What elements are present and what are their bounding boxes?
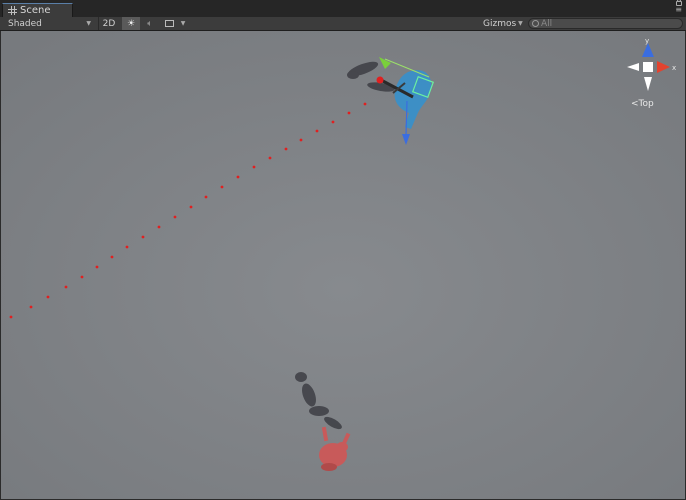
speaker-icon: 🔈︎ — [147, 18, 153, 29]
effects-toggle-button[interactable] — [162, 17, 176, 30]
chevron-down-icon: ▼ — [518, 20, 523, 27]
image-icon — [164, 20, 174, 27]
window-menu-icon[interactable]: ≡ — [675, 6, 682, 14]
scene-canvas[interactable]: y x — [1, 31, 685, 499]
scene-search-input[interactable]: All — [528, 18, 683, 29]
lighting-toggle-button[interactable]: ☀ — [122, 17, 140, 30]
search-icon — [532, 20, 539, 27]
search-placeholder: All — [541, 18, 553, 29]
gizmos-label: Gizmos — [483, 18, 517, 29]
draw-mode-dropdown[interactable]: Shaded ▼ — [4, 17, 94, 30]
effects-dropdown[interactable]: ▼ — [178, 17, 188, 30]
axis-x-label: x — [672, 64, 676, 72]
center-cube[interactable] — [643, 62, 653, 72]
scene-viewport[interactable]: y x — [1, 31, 685, 499]
chevron-down-icon: ▼ — [86, 20, 91, 27]
sun-icon: ☀ — [126, 18, 136, 29]
chevron-down-icon: ▼ — [180, 20, 186, 27]
axis-y-label: y — [645, 37, 649, 45]
projection-label-text: Top — [638, 99, 654, 109]
tab-scene[interactable]: Scene — [2, 3, 73, 17]
audio-toggle-button[interactable]: 🔈︎ — [142, 17, 158, 30]
grid-icon — [8, 6, 17, 15]
tab-scene-label: Scene — [20, 5, 51, 16]
perspective-icon: < — [631, 99, 639, 109]
window-controls: ≡ — [675, 0, 682, 14]
scene-background — [1, 31, 685, 499]
editor-tab-bar: Scene ≡ — [0, 0, 686, 17]
gizmos-dropdown[interactable]: Gizmos ▼ — [483, 17, 523, 30]
scene-toolbar: Shaded ▼ 2D ☀ 🔈︎ ▼ Gizmos ▼ All — [0, 17, 686, 31]
projection-label[interactable]: <Top — [631, 99, 654, 109]
lock-icon[interactable] — [676, 0, 682, 6]
draw-mode-label: Shaded — [8, 18, 42, 29]
2d-toggle-button[interactable]: 2D — [98, 17, 119, 30]
